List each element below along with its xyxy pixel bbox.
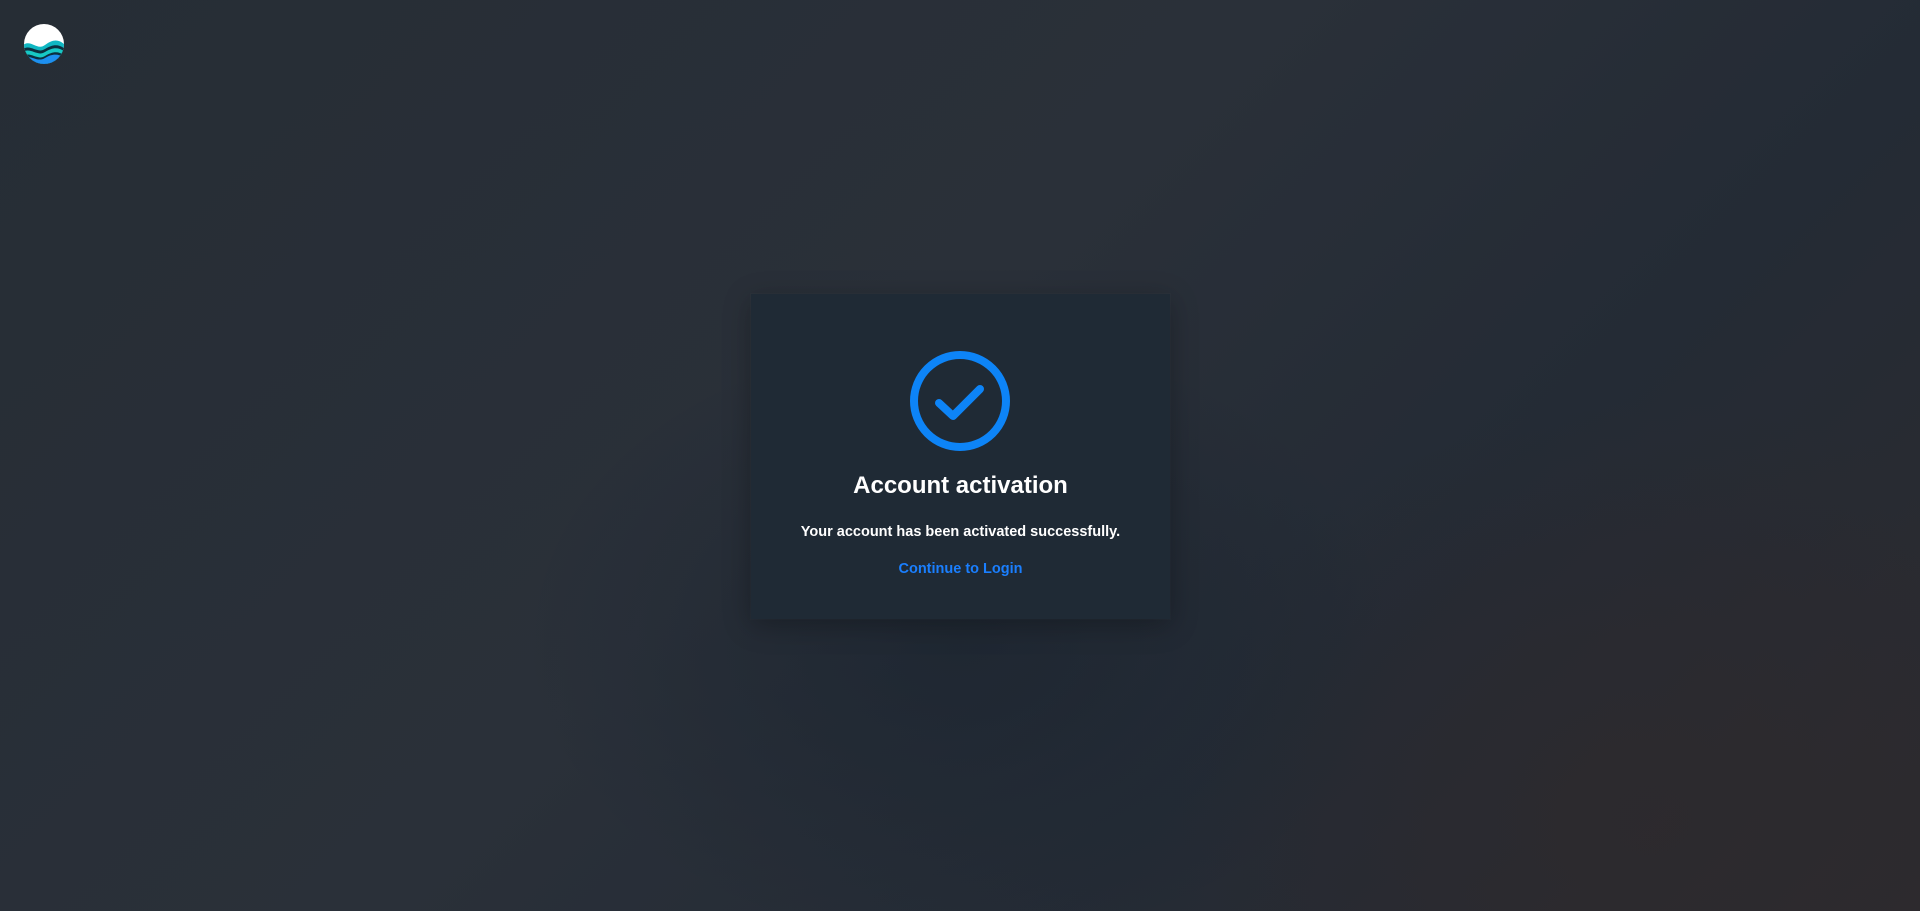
check-circle-icon: [910, 351, 1010, 451]
continue-to-login-link[interactable]: Continue to Login: [751, 559, 1170, 579]
page-title: Account activation: [853, 472, 1068, 499]
activation-success-message: Your account has been activated successf…: [800, 524, 1121, 540]
wave-globe-logo-icon[interactable]: [23, 23, 65, 65]
activation-card: Account activation Your account has been…: [751, 294, 1170, 619]
